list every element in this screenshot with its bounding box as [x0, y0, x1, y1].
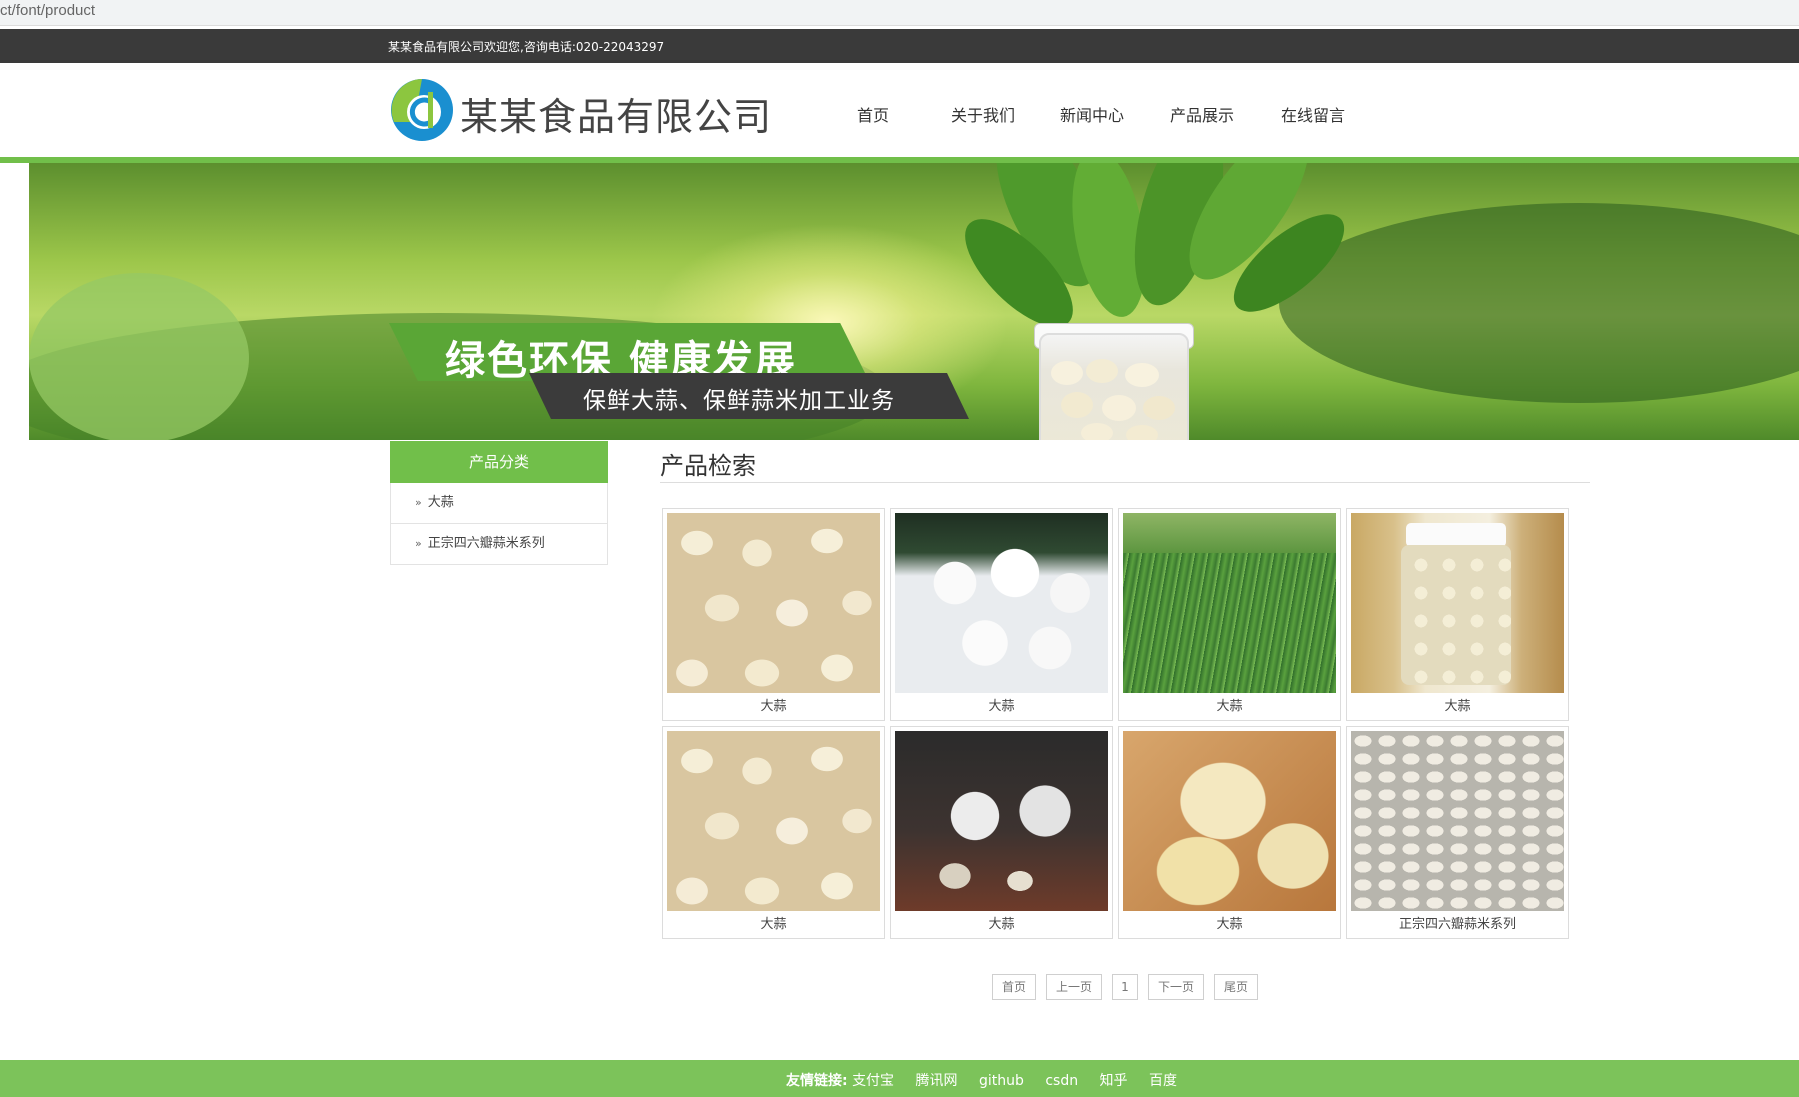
nav-item-news[interactable]: 新闻中心 — [1060, 102, 1124, 126]
address-url-text: ct/font/product — [0, 2, 96, 19]
sidebar-title: 产品分类 — [390, 441, 608, 483]
company-logo-icon[interactable] — [390, 78, 454, 142]
product-caption[interactable]: 大蒜 — [891, 913, 1112, 932]
banner-cloves-icon — [1051, 359, 1175, 440]
product-caption[interactable]: 正宗四六瓣蒜米系列 — [1347, 913, 1568, 932]
site-header — [0, 63, 1799, 158]
product-card[interactable]: 大蒜 — [890, 508, 1113, 721]
banner-lettuce-blur — [29, 273, 249, 440]
footer-link-csdn[interactable]: csdn — [1045, 1073, 1078, 1089]
sidebar-item-label: 大蒜 — [427, 495, 454, 510]
product-image[interactable] — [667, 731, 880, 911]
nav-item-home[interactable]: 首页 — [857, 102, 889, 126]
page-last-button[interactable]: 尾页 — [1214, 974, 1258, 1000]
footer-link-baidu[interactable]: 百度 — [1149, 1073, 1177, 1089]
page-next-button[interactable]: 下一页 — [1148, 974, 1204, 1000]
page-title: 产品检索 — [660, 452, 756, 480]
sidebar-item-garlic[interactable]: » 大蒜 — [390, 483, 608, 524]
product-card[interactable]: 大蒜 — [890, 726, 1113, 939]
product-image[interactable] — [1351, 731, 1564, 911]
double-chevron-right-icon: » — [415, 537, 422, 550]
product-card[interactable]: 正宗四六瓣蒜米系列 — [1346, 726, 1569, 939]
page-first-button[interactable]: 首页 — [992, 974, 1036, 1000]
top-info-bar: 某某食品有限公司欢迎您,咨询电话:020-22043297 — [0, 29, 1799, 63]
product-card[interactable]: 大蒜 — [1118, 726, 1341, 939]
welcome-text: 某某食品有限公司欢迎您,咨询电话:020-22043297 — [388, 40, 665, 54]
sidebar-item-label: 正宗四六瓣蒜米系列 — [427, 536, 545, 551]
footer-link-alipay[interactable]: 支付宝 — [852, 1073, 894, 1089]
hero-banner: 绿色环保 健康发展 保鲜大蒜、保鲜蒜米加工业务 — [29, 163, 1799, 440]
nav-item-products[interactable]: 产品展示 — [1170, 102, 1234, 126]
site-footer: 友情链接: 支付宝 腾讯网 github csdn 知乎 百度 — [0, 1060, 1799, 1097]
sidebar-item-garlic-cloves-series[interactable]: » 正宗四六瓣蒜米系列 — [390, 524, 608, 565]
product-card[interactable]: 大蒜 — [662, 726, 885, 939]
page-prev-button[interactable]: 上一页 — [1046, 974, 1102, 1000]
nav-item-message[interactable]: 在线留言 — [1281, 102, 1345, 126]
product-caption[interactable]: 大蒜 — [1119, 913, 1340, 932]
footer-link-qq[interactable]: 腾讯网 — [916, 1073, 958, 1089]
product-caption[interactable]: 大蒜 — [663, 913, 884, 932]
product-image[interactable] — [1351, 513, 1564, 693]
banner-slogan-sub: 保鲜大蒜、保鲜蒜米加工业务 — [583, 388, 895, 414]
double-chevron-right-icon: » — [415, 496, 422, 509]
product-image[interactable] — [895, 731, 1108, 911]
product-category-sidebar: 产品分类 » 大蒜 » 正宗四六瓣蒜米系列 — [390, 441, 608, 565]
friend-links: 友情链接: 支付宝 腾讯网 github csdn 知乎 百度 — [786, 1070, 1194, 1090]
product-caption[interactable]: 大蒜 — [891, 695, 1112, 714]
product-card[interactable]: 大蒜 — [662, 508, 885, 721]
company-name[interactable]: 某某食品有限公司 — [460, 86, 772, 141]
friend-links-label: 友情链接: — [786, 1073, 848, 1089]
browser-address-bar[interactable]: ct/font/product — [0, 0, 1799, 26]
product-caption[interactable]: 大蒜 — [1119, 695, 1340, 714]
product-card[interactable]: 大蒜 — [1118, 508, 1341, 721]
product-image[interactable] — [667, 513, 880, 693]
footer-link-zhihu[interactable]: 知乎 — [1100, 1073, 1128, 1089]
product-caption[interactable]: 大蒜 — [663, 695, 884, 714]
page-current-button[interactable]: 1 — [1112, 974, 1138, 1000]
title-divider — [660, 482, 1590, 483]
product-image[interactable] — [895, 513, 1108, 693]
product-image[interactable] — [1123, 513, 1336, 693]
product-image[interactable] — [1123, 731, 1336, 911]
product-caption[interactable]: 大蒜 — [1347, 695, 1568, 714]
footer-link-github[interactable]: github — [979, 1073, 1024, 1089]
product-card[interactable]: 大蒜 — [1346, 508, 1569, 721]
nav-item-about[interactable]: 关于我们 — [951, 102, 1015, 126]
